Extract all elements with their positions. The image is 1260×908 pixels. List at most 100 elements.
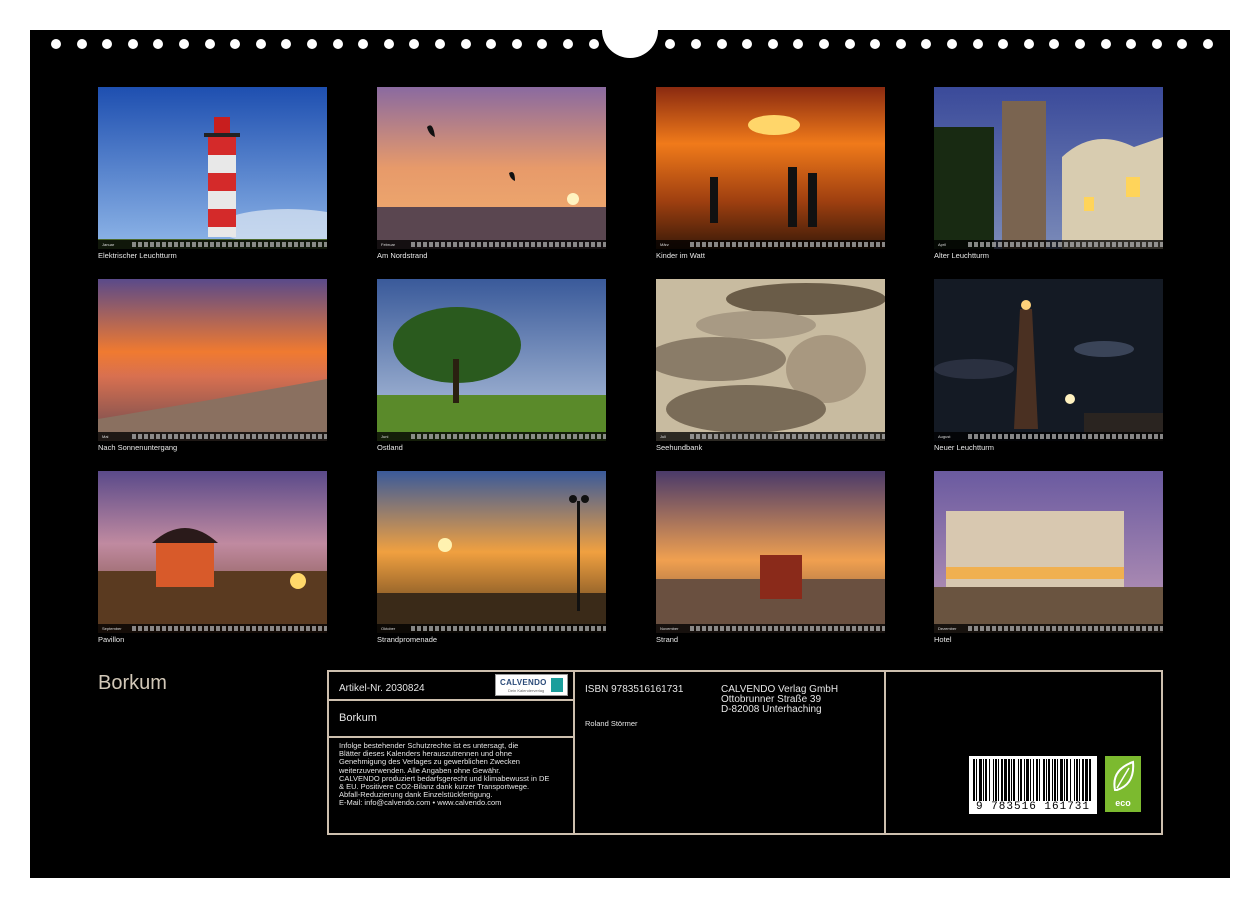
binding-hole — [947, 39, 957, 49]
month-label: Februar — [381, 242, 396, 247]
barcode-bar — [1004, 759, 1007, 801]
binding-hole — [460, 39, 471, 49]
binding-hole — [358, 39, 369, 49]
binding-hole — [819, 39, 829, 49]
month-label: August — [938, 434, 951, 439]
month-tile: April — [934, 87, 1163, 249]
binding-hole — [511, 39, 522, 49]
article-number: Artikel-Nr. 2030824 — [339, 683, 425, 694]
binding-hole — [921, 39, 932, 49]
binding-hole — [1049, 39, 1060, 49]
month-tile: August — [934, 279, 1163, 441]
barcode-bar — [1013, 759, 1015, 801]
barcode-bar — [1085, 759, 1088, 801]
month-tile: Dezember — [934, 471, 1163, 633]
barcode-bars — [973, 759, 1091, 801]
month-tile: Juni — [377, 279, 606, 441]
publisher-city: D-82008 Unterhaching — [721, 704, 822, 715]
barcode-bar — [983, 759, 984, 801]
binding-hole — [76, 39, 87, 49]
month-tile: September — [98, 471, 327, 633]
after-sunset-photo — [98, 279, 327, 441]
binding-hole — [691, 39, 701, 49]
binding-hole — [793, 39, 804, 49]
isbn-barcode: 9 783516 161731 — [969, 756, 1097, 814]
binding-hole — [1177, 39, 1188, 49]
lighthouse-photo — [98, 87, 327, 249]
children-mudflat-photo — [656, 87, 885, 249]
binding-hole — [588, 39, 599, 49]
barcode-bar — [1082, 759, 1084, 801]
barcode-bar — [1036, 759, 1038, 801]
photo-caption: Neuer Leuchtturm — [934, 443, 995, 452]
product-title: Borkum — [339, 712, 377, 724]
binding-hole — [179, 39, 189, 49]
binding-hole — [1100, 39, 1111, 49]
binding-hole — [332, 39, 343, 49]
month-label: April — [938, 242, 947, 247]
promenade-photo — [377, 471, 606, 633]
barcode-bar — [1052, 759, 1053, 801]
month-tile: Februar — [377, 87, 606, 249]
binding-hole — [742, 39, 753, 49]
beach-photo — [656, 471, 885, 633]
binding-hole — [1126, 39, 1137, 49]
barcode-bar — [993, 759, 994, 801]
author: Roland Störmer — [585, 719, 638, 728]
barcode-bar — [998, 759, 999, 801]
barcode-bar — [1018, 759, 1019, 801]
binding-hole — [1151, 39, 1162, 49]
barcode-bar — [1089, 759, 1091, 801]
photo-caption: Alter Leuchtturm — [934, 251, 990, 260]
binding-hole — [844, 39, 855, 49]
month-tile: Januar — [98, 87, 327, 249]
month-label: November — [660, 626, 679, 631]
month-tile: November — [656, 471, 885, 633]
calvendo-mark-icon — [551, 678, 563, 692]
legal-notice: Infolge bestehender Schutzrechte ist es … — [339, 741, 550, 808]
barcode-bar — [976, 759, 977, 801]
barcode-bar — [995, 759, 997, 801]
barcode-bar — [1033, 759, 1034, 801]
barcode-bar — [1008, 759, 1010, 801]
barcode-bar — [1020, 759, 1022, 801]
eco-badge: eco — [1105, 756, 1141, 812]
month-tile: Oktober — [377, 471, 606, 633]
binding-hole — [972, 39, 983, 49]
binding-hole — [767, 39, 778, 49]
barcode-bar — [989, 759, 990, 801]
calvendo-logo: CALVENDO Dein Kalenderverlag — [495, 674, 568, 696]
binding-hole — [486, 39, 497, 49]
barcode-bar — [1076, 759, 1078, 801]
photo-caption: Seehundbank — [656, 443, 703, 452]
barcode-bar — [1046, 759, 1047, 801]
tree-photo — [377, 279, 606, 441]
binding-hole — [895, 39, 906, 49]
binding-hole — [204, 39, 215, 49]
barcode-bar — [1011, 759, 1012, 801]
binding-hole — [153, 39, 164, 49]
barcode-bar — [1039, 759, 1040, 801]
photo-caption: Pavillon — [98, 635, 125, 644]
month-label: Oktober — [381, 626, 396, 631]
barcode-bar — [985, 759, 987, 801]
binding-hole — [51, 39, 61, 49]
isbn: ISBN 9783516161731 — [585, 684, 684, 695]
binding-hole — [255, 39, 266, 49]
kite-surf-photo — [377, 87, 606, 249]
barcode-bar — [1064, 759, 1065, 801]
barcode-bar — [1079, 759, 1080, 801]
calendar-back-sheet: Januar Februar März April Mai Juni Juli … — [30, 30, 1230, 878]
photo-caption: Strand — [656, 635, 679, 644]
seals-photo — [656, 279, 885, 441]
month-label: Januar — [102, 242, 115, 247]
barcode-bar — [1054, 759, 1056, 801]
month-label: März — [660, 242, 669, 247]
photo-caption: Strandpromenade — [377, 635, 438, 644]
month-label: September — [102, 626, 122, 631]
barcode-bar — [1057, 759, 1058, 801]
binding-hole — [102, 39, 113, 49]
barcode-bar — [1043, 759, 1045, 801]
binding-hole — [281, 39, 292, 49]
binding-hole — [1075, 39, 1085, 49]
